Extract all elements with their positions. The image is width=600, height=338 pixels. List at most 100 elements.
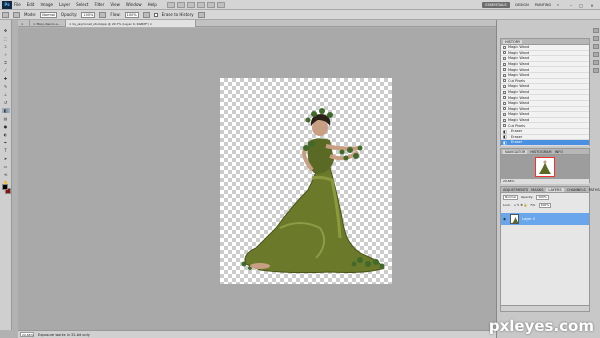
- history-brush-tool-icon[interactable]: ↺: [2, 100, 10, 105]
- gradient-tool-icon[interactable]: ▤: [2, 116, 10, 121]
- navigator-zoom-field[interactable]: 29.68%: [501, 179, 589, 184]
- foreground-color-swatch[interactable]: [2, 184, 8, 190]
- magic-wand-icon: [503, 90, 506, 94]
- history-item-label: Magic Wand: [508, 84, 530, 89]
- lock-icons[interactable]: ▫ ✎ ✥ 🔒: [514, 203, 528, 207]
- collapsed-panel-icons: [591, 28, 600, 228]
- menu-select[interactable]: Select: [76, 2, 88, 7]
- menu-help[interactable]: Help: [148, 2, 157, 7]
- tab-info[interactable]: INFO: [555, 150, 563, 154]
- history-item-label: Magic Wand: [508, 112, 530, 117]
- mode-select[interactable]: Normal: [40, 11, 57, 18]
- document-canvas[interactable]: [220, 78, 392, 284]
- woman-figure-image: [241, 108, 385, 274]
- history-item-label: Magic Wand: [508, 101, 530, 106]
- maximize-button[interactable]: □: [578, 2, 584, 8]
- menu-file[interactable]: File: [14, 2, 21, 7]
- brush-preset-icon[interactable]: [13, 11, 20, 18]
- menu-edit[interactable]: Edit: [27, 2, 35, 7]
- brush-tool-icon[interactable]: ✎: [2, 84, 10, 89]
- shape-tool-icon[interactable]: ▭: [2, 164, 10, 169]
- 3d-rotate-tool-icon[interactable]: ⟲: [2, 172, 10, 177]
- screen-mode-icon[interactable]: [216, 1, 225, 8]
- eraser-tool-icon[interactable]: ◧: [1, 108, 10, 113]
- actions-panel-icon[interactable]: [592, 68, 599, 73]
- hand-tool-icon[interactable]: [196, 1, 205, 8]
- blur-tool-icon[interactable]: ●: [2, 124, 10, 129]
- clone-stamp-tool-icon[interactable]: ⊥: [2, 92, 10, 97]
- mini-bridge-icon[interactable]: [176, 1, 185, 8]
- tab-adjustments[interactable]: ADJUSTMENTS: [503, 188, 528, 192]
- styles-panel-icon[interactable]: [592, 44, 599, 49]
- options-bar: Mode: Normal Opacity: 100% Flow: 100% Er…: [0, 10, 600, 20]
- workspace-more-icon[interactable]: »: [555, 2, 561, 8]
- tab-histogram[interactable]: HISTOGRAM: [530, 150, 551, 154]
- eye-icon[interactable]: ◉: [503, 217, 507, 221]
- magic-wand-icon: [503, 84, 506, 88]
- bridge-icon[interactable]: [166, 1, 175, 8]
- swatches-panel-icon[interactable]: [592, 36, 599, 41]
- doc-tab-2[interactable]: × Mary-diecon-s...: [30, 20, 66, 27]
- navigator-preview[interactable]: [501, 155, 589, 179]
- menu-view[interactable]: View: [110, 2, 120, 7]
- tool-preset-icon[interactable]: [2, 11, 9, 18]
- pressure-size-icon[interactable]: [197, 11, 205, 18]
- move-tool-icon[interactable]: ✥: [2, 28, 10, 33]
- magic-wand-tool-icon[interactable]: ✧: [2, 52, 10, 57]
- brush-panel-icon[interactable]: [592, 52, 599, 57]
- status-zoom-field[interactable]: 29.68%: [20, 332, 34, 337]
- layer-row-selected[interactable]: ◉ Layer 0: [501, 213, 589, 225]
- clone-source-icon[interactable]: [592, 60, 599, 65]
- cut-pixels-icon: [503, 124, 506, 128]
- navigator-view-box[interactable]: [535, 157, 555, 177]
- menu-layer[interactable]: Layer: [59, 2, 70, 7]
- zoom-level-icon[interactable]: [186, 1, 195, 8]
- workspace-essentials[interactable]: ESSENTIALS: [482, 2, 510, 8]
- layer-opacity-label: Opacity:: [520, 195, 534, 199]
- menu-image[interactable]: Image: [40, 2, 53, 7]
- erase-history-label: Erase to History: [161, 12, 194, 17]
- pen-tool-icon[interactable]: ✒: [2, 140, 10, 145]
- arrange-docs-icon[interactable]: [206, 1, 215, 8]
- layer-name[interactable]: Layer 0: [522, 217, 535, 221]
- history-item-selected[interactable]: ◧ Eraser: [501, 140, 589, 146]
- tab-paths[interactable]: PATHS: [589, 188, 600, 192]
- fill-field[interactable]: 100%: [538, 202, 552, 208]
- tab-layers[interactable]: LAYERS: [546, 187, 564, 192]
- erase-history-checkbox[interactable]: [153, 12, 158, 17]
- workspace-painting[interactable]: PAINTING: [534, 2, 552, 8]
- eyedropper-tool-icon[interactable]: ⁄: [2, 68, 10, 73]
- history-item-label: Magic Wand: [508, 106, 530, 111]
- path-select-tool-icon[interactable]: ➤: [2, 156, 10, 161]
- tab-navigator[interactable]: NAVIGATOR: [503, 149, 528, 154]
- pressure-opacity-icon[interactable]: [99, 11, 107, 18]
- blend-mode-select[interactable]: Normal: [503, 194, 518, 200]
- magic-wand-icon: [503, 118, 506, 122]
- tab-masks[interactable]: MASKS: [531, 188, 543, 192]
- lasso-tool-icon[interactable]: ↄ: [2, 44, 10, 49]
- type-tool-icon[interactable]: T: [2, 148, 10, 153]
- history-item-label: Eraser: [511, 129, 523, 134]
- flow-field[interactable]: 100%: [124, 11, 139, 18]
- layer-opacity-field[interactable]: 100%: [536, 194, 549, 200]
- menu-window[interactable]: Window: [126, 2, 142, 7]
- history-panel: HISTORY Magic Wand Magic Wand Magic Wand Ma…: [500, 38, 590, 146]
- tab-history[interactable]: HISTORY: [503, 39, 523, 44]
- marquee-tool-icon[interactable]: ⬚: [2, 36, 10, 41]
- color-panel-icon[interactable]: [592, 28, 599, 33]
- workspace-design[interactable]: DESIGN: [514, 2, 530, 8]
- history-item-label: Magic Wand: [508, 56, 530, 61]
- healing-brush-tool-icon[interactable]: ✚: [2, 76, 10, 81]
- crop-tool-icon[interactable]: ⌗: [2, 60, 10, 65]
- doc-tab-1[interactable]: ×: [18, 20, 30, 27]
- tab-channels[interactable]: CHANNELS: [567, 188, 586, 192]
- opacity-field[interactable]: 100%: [81, 11, 96, 18]
- layer-thumbnail-image: [512, 217, 518, 223]
- minimize-button[interactable]: –: [568, 2, 574, 8]
- doc-tab-active[interactable]: × by_jaymonet_stockppp @ 29.7% (Layer 0,…: [66, 20, 196, 27]
- close-button[interactable]: ×: [589, 2, 595, 8]
- menu-filter[interactable]: Filter: [94, 2, 104, 7]
- airbrush-icon[interactable]: [142, 11, 150, 18]
- dodge-tool-icon[interactable]: ◐: [2, 132, 10, 137]
- tools-panel: ✥ ⬚ ↄ ✧ ⌗ ⁄ ✚ ✎ ⊥ ↺ ◧ ▤ ● ◐ ✒ T ➤ ▭ ⟲ ✋ …: [0, 20, 12, 330]
